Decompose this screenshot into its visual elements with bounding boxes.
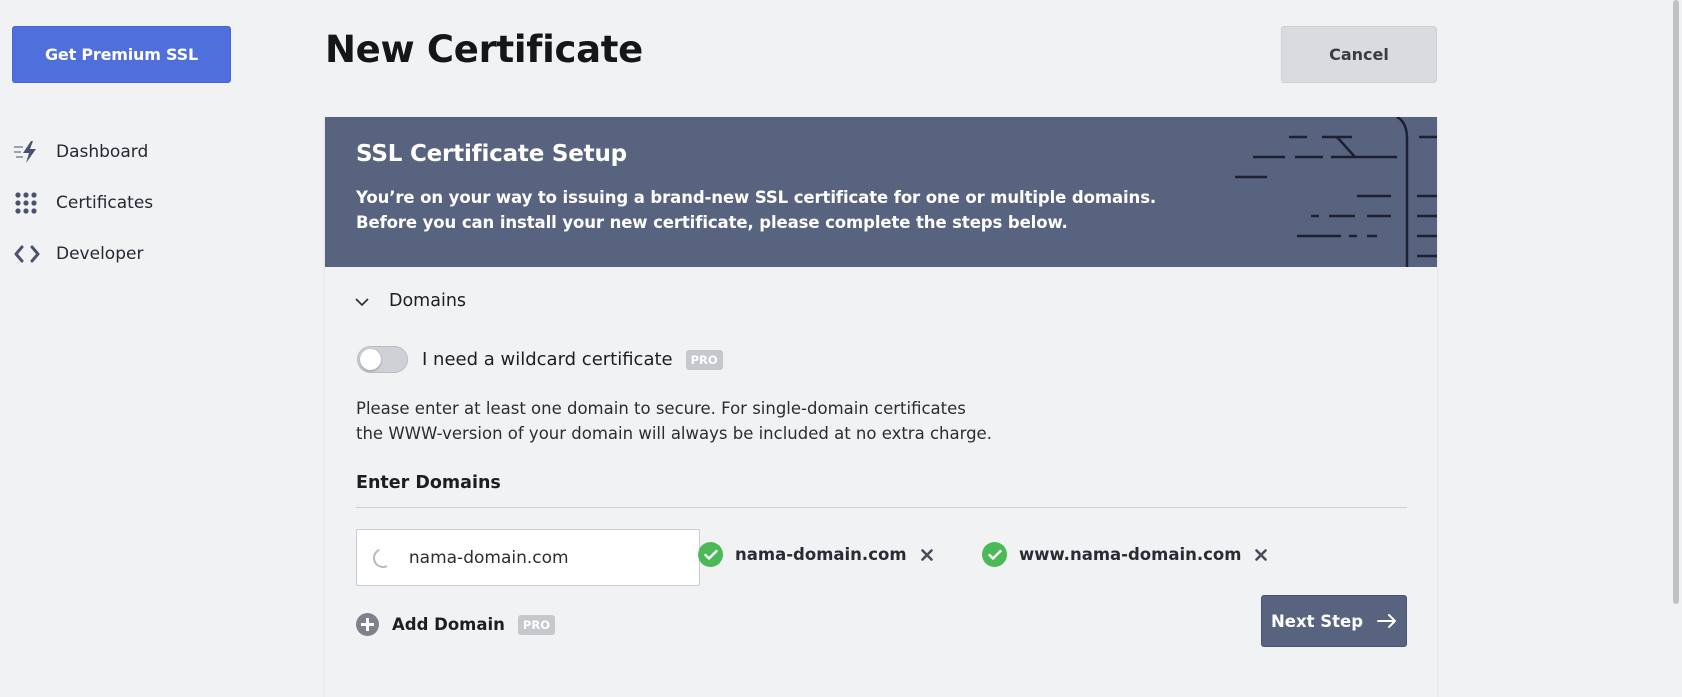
pro-badge: PRO bbox=[685, 349, 723, 370]
sidebar-item-dashboard[interactable]: Dashboard bbox=[14, 126, 254, 177]
domains-description: Please enter at least one domain to secu… bbox=[356, 396, 992, 446]
remove-domain-icon[interactable] bbox=[920, 548, 933, 561]
sidebar-item-label: Dashboard bbox=[56, 141, 149, 162]
enter-domains-label: Enter Domains bbox=[356, 473, 501, 493]
next-step-label: Next Step bbox=[1270, 611, 1364, 631]
loading-spinner-icon bbox=[370, 544, 396, 571]
domain-chip: nama-domain.com bbox=[698, 542, 933, 567]
plus-circle-icon bbox=[356, 613, 379, 636]
description-line-1: Please enter at least one domain to secu… bbox=[356, 399, 966, 418]
lightning-icon bbox=[14, 140, 44, 164]
card-subtitle-line-2: Before you can install your new certific… bbox=[356, 213, 1068, 232]
page-title: New Certificate bbox=[325, 28, 643, 71]
sidebar-item-developer[interactable]: Developer bbox=[14, 228, 254, 279]
arrow-right-icon bbox=[1377, 614, 1397, 628]
page-scrollbar[interactable] bbox=[1670, 0, 1682, 680]
pro-badge: PRO bbox=[517, 614, 555, 635]
header-decoration-graphic bbox=[1235, 117, 1437, 267]
card-header: SSL Certificate Setup You’re on your way… bbox=[325, 117, 1437, 267]
sidebar-item-label: Certificates bbox=[56, 192, 154, 213]
wildcard-toggle[interactable] bbox=[357, 346, 408, 373]
wildcard-row: I need a wildcard certificate PRO bbox=[357, 346, 723, 373]
domain-input-container bbox=[356, 529, 700, 586]
card-subtitle-line-1: You’re on your way to issuing a brand-ne… bbox=[356, 188, 1157, 207]
add-domain-label: Add Domain bbox=[392, 615, 505, 634]
add-domain-button[interactable]: Add Domain PRO bbox=[356, 613, 555, 636]
domains-section-toggle[interactable]: Domains bbox=[355, 291, 466, 311]
wildcard-label: I need a wildcard certificate bbox=[422, 349, 673, 370]
code-brackets-icon bbox=[14, 242, 44, 266]
sidebar-item-label: Developer bbox=[56, 243, 144, 264]
grid-dots-icon bbox=[14, 191, 44, 215]
domain-chip: www.nama-domain.com bbox=[982, 542, 1268, 567]
card-title: SSL Certificate Setup bbox=[356, 141, 627, 167]
domains-section-title: Domains bbox=[389, 291, 467, 311]
certificate-setup-card: SSL Certificate Setup You’re on your way… bbox=[325, 117, 1437, 697]
sidebar-item-certificates[interactable]: Certificates bbox=[14, 177, 254, 228]
check-circle-icon bbox=[698, 542, 723, 567]
next-step-button[interactable]: Next Step bbox=[1261, 595, 1407, 647]
cancel-button[interactable]: Cancel bbox=[1281, 26, 1437, 83]
remove-domain-icon[interactable] bbox=[1255, 548, 1268, 561]
chevron-down-icon bbox=[355, 292, 369, 311]
domain-input[interactable] bbox=[406, 546, 699, 569]
card-body: Domains I need a wildcard certificate PR… bbox=[325, 267, 1437, 697]
domain-chip-label: nama-domain.com bbox=[735, 545, 907, 564]
domain-chip-label: www.nama-domain.com bbox=[1019, 545, 1242, 564]
divider bbox=[356, 507, 1407, 508]
sidebar-nav: Dashboard Certificates Developer bbox=[14, 126, 254, 279]
scrollbar-thumb[interactable] bbox=[1673, 0, 1679, 604]
description-line-2: the WWW-version of your domain will alwa… bbox=[356, 424, 992, 443]
check-circle-icon bbox=[982, 542, 1007, 567]
get-premium-ssl-button[interactable]: Get Premium SSL bbox=[12, 26, 231, 83]
